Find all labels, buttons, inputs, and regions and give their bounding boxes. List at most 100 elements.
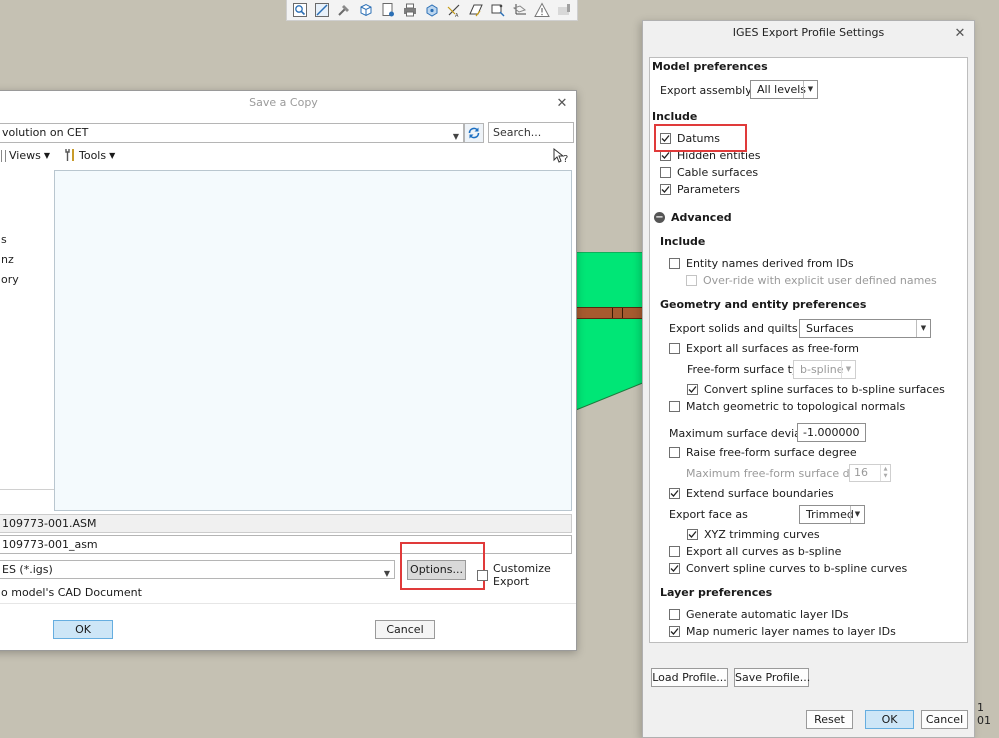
freeform-type-select[interactable]: b-spline ▼ xyxy=(793,360,856,379)
checkbox-unchecked[interactable] xyxy=(477,569,488,581)
generate-layer-ids-checkbox[interactable]: Generate automatic layer IDs xyxy=(669,608,849,621)
checkbox-unchecked[interactable] xyxy=(660,167,671,178)
settings-panel: Model preferences Export assembly as All… xyxy=(649,57,968,643)
entity-names-checkbox[interactable]: Entity names derived from IDs xyxy=(669,257,854,270)
checkbox-label: Raise free-form surface degree xyxy=(686,446,857,459)
checkbox-label: Datums xyxy=(677,132,720,145)
file-type-select[interactable]: ES (*.igs) ▼ xyxy=(0,560,395,579)
convert-spline-curves-checkbox[interactable]: Convert spline curves to b-spline curves xyxy=(669,562,907,575)
select-value: b-spline xyxy=(800,363,844,376)
checkbox-unchecked[interactable] xyxy=(669,546,680,557)
close-icon[interactable]: ✕ xyxy=(554,95,570,111)
printer-icon[interactable] xyxy=(400,1,420,19)
export-curves-bspline-checkbox[interactable]: Export all curves as b-spline xyxy=(669,545,841,558)
cable-surfaces-checkbox[interactable]: Cable surfaces xyxy=(660,166,758,179)
xyz-trimming-checkbox[interactable]: XYZ trimming curves xyxy=(687,528,820,541)
export-face-label: Export face as xyxy=(669,508,748,521)
checkbox-checked[interactable] xyxy=(660,184,671,195)
hammer-icon[interactable] xyxy=(334,1,354,19)
divider xyxy=(0,489,54,490)
checkbox-unchecked[interactable] xyxy=(669,609,680,620)
export-assembly-select[interactable]: All levels ▼ xyxy=(750,80,818,99)
context-help-icon[interactable]: ? xyxy=(553,148,571,164)
new-name-input[interactable]: 109773-001_asm xyxy=(0,535,572,554)
checkbox-checked[interactable] xyxy=(660,150,671,161)
geometry-heading: Geometry and entity preferences xyxy=(660,298,866,311)
tools-menu[interactable]: Tools ▼ xyxy=(64,148,115,162)
checkbox-label: Extend surface boundaries xyxy=(686,487,834,500)
datum-axes-icon[interactable]: A xyxy=(444,1,464,19)
checkbox-checked[interactable] xyxy=(669,626,680,637)
export-solids-select[interactable]: Surfaces ▼ xyxy=(799,319,931,338)
ok-button[interactable]: OK xyxy=(53,620,113,639)
select-value: All levels xyxy=(757,83,807,96)
csys-icon[interactable] xyxy=(510,1,530,19)
spin-center-icon[interactable] xyxy=(422,1,442,19)
chevron-down-icon: ▼ xyxy=(850,506,864,523)
extend-boundaries-checkbox[interactable]: Extend surface boundaries xyxy=(669,487,834,500)
sketch-plane-icon[interactable] xyxy=(312,1,332,19)
customize-export-checkbox[interactable]: Customize Export xyxy=(477,562,576,588)
cancel-button[interactable]: Cancel xyxy=(921,710,968,729)
datums-checkbox[interactable]: Datums xyxy=(660,132,720,145)
close-icon[interactable]: ✕ xyxy=(952,25,968,41)
checkbox-checked[interactable] xyxy=(687,384,698,395)
refresh-icon xyxy=(468,127,480,139)
export-all-surfaces-checkbox[interactable]: Export all surfaces as free-form xyxy=(669,342,859,355)
search-input[interactable]: Search... xyxy=(488,122,574,143)
map-layer-names-checkbox[interactable]: Map numeric layer names to layer IDs xyxy=(669,625,896,638)
chevron-down-icon: ▼ xyxy=(803,81,817,98)
parameters-checkbox[interactable]: Parameters xyxy=(660,183,740,196)
checkbox-unchecked[interactable] xyxy=(669,343,680,354)
views-menu[interactable]: Views ▼ xyxy=(1,149,50,162)
export-face-select[interactable]: Trimmed ▼ xyxy=(799,505,865,524)
raise-degree-checkbox[interactable]: Raise free-form surface degree xyxy=(669,446,857,459)
checkbox-checked[interactable] xyxy=(669,563,680,574)
max-deviation-input[interactable]: -1.000000 xyxy=(797,423,866,442)
ok-button[interactable]: OK xyxy=(865,710,914,729)
spinner-arrows-icon: ▲ ▼ xyxy=(880,465,890,481)
chevron-down-icon: ▼ xyxy=(452,132,459,141)
warning-icon[interactable] xyxy=(532,1,552,19)
file-browser-pane[interactable] xyxy=(54,170,572,511)
checkbox-label: Map numeric layer names to layer IDs xyxy=(686,625,896,638)
checkbox-unchecked[interactable] xyxy=(669,401,680,412)
heading-text: Layer preferences xyxy=(660,586,773,599)
override-names-checkbox[interactable]: Over-ride with explicit user defined nam… xyxy=(686,274,937,287)
checkbox-checked[interactable] xyxy=(669,488,680,499)
nav-item[interactable]: ory xyxy=(1,273,19,286)
checkbox-checked[interactable] xyxy=(660,133,671,144)
max-degree-spinner[interactable]: 16 ▲ ▼ xyxy=(849,464,891,482)
checkbox-label: Parameters xyxy=(677,183,740,196)
side-text-line: 01 xyxy=(977,714,991,727)
model-preferences-heading: Model preferences xyxy=(652,60,768,73)
load-profile-button[interactable]: Load Profile... xyxy=(651,668,728,687)
page-orient-icon[interactable] xyxy=(378,1,398,19)
checkbox-disabled[interactable] xyxy=(686,275,697,286)
zoom-fit-icon[interactable] xyxy=(290,1,310,19)
advanced-section-toggle[interactable]: − Advanced xyxy=(654,211,732,224)
annotation-icon[interactable] xyxy=(554,1,574,19)
refresh-button[interactable] xyxy=(464,123,484,143)
checkbox-unchecked[interactable] xyxy=(669,258,680,269)
nav-item[interactable]: s xyxy=(1,233,7,246)
checkbox-checked[interactable] xyxy=(687,529,698,540)
save-profile-button[interactable]: Save Profile... xyxy=(734,668,810,687)
match-normals-checkbox[interactable]: Match geometric to topological normals xyxy=(669,400,905,413)
datum-plane-icon[interactable] xyxy=(466,1,486,19)
checkbox-unchecked[interactable] xyxy=(669,447,680,458)
datum-points-icon[interactable] xyxy=(488,1,508,19)
tools-label: Tools xyxy=(79,148,107,162)
chevron-down-icon: ▼ xyxy=(43,151,50,160)
cube-icon[interactable] xyxy=(356,1,376,19)
options-button[interactable]: Options... xyxy=(407,560,466,580)
nav-item[interactable]: nz xyxy=(1,253,14,266)
reset-button[interactable]: Reset xyxy=(806,710,853,729)
path-combo[interactable]: volution on CET ▼ xyxy=(0,123,464,143)
include-heading: Include xyxy=(652,110,697,123)
customize-export-label: Customize Export xyxy=(493,562,551,588)
convert-spline-surfaces-checkbox[interactable]: Convert spline surfaces to b-spline surf… xyxy=(687,383,945,396)
cancel-button[interactable]: Cancel xyxy=(375,620,435,639)
hidden-entities-checkbox[interactable]: Hidden entities xyxy=(660,149,761,162)
save-a-copy-dialog: Save a Copy ✕ volution on CET ▼ Search..… xyxy=(0,90,577,651)
